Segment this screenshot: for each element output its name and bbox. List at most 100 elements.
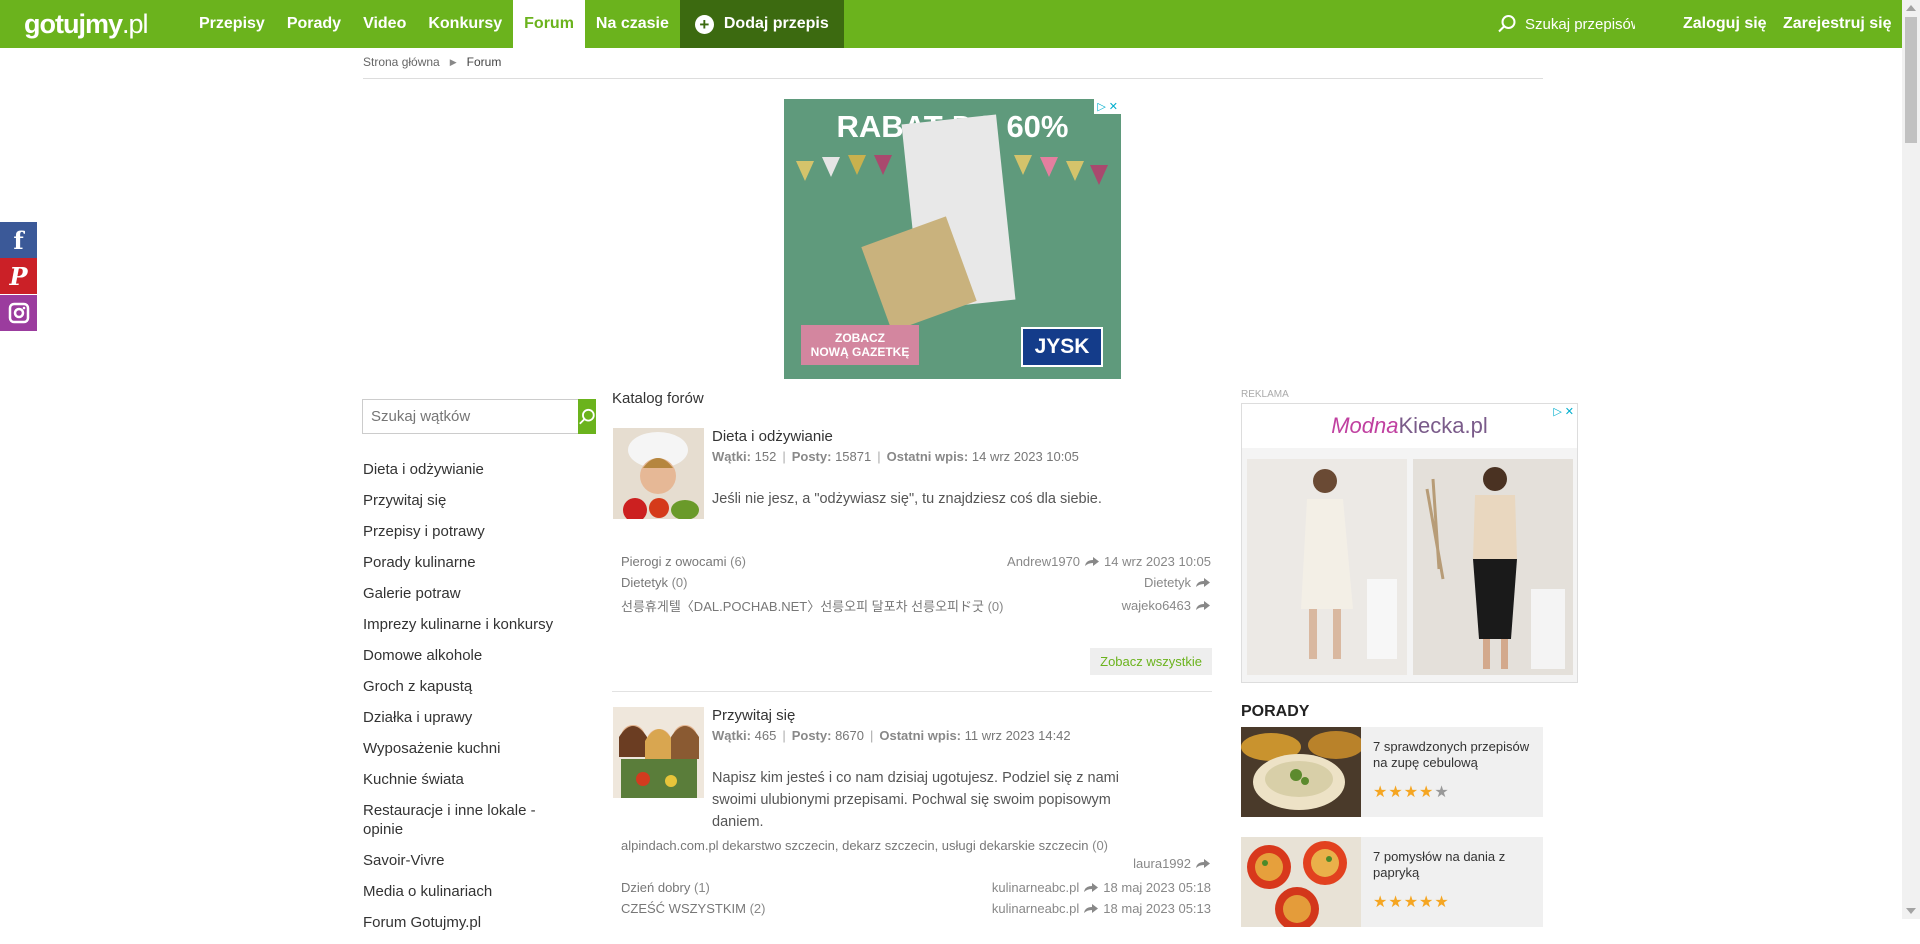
login-link[interactable]: Zaloguj się xyxy=(1683,0,1767,48)
thread-user[interactable]: laura1992 xyxy=(1133,856,1191,871)
thread-user[interactable]: kulinarneabc.pl xyxy=(992,880,1079,895)
stat-label-threads: Wątki: xyxy=(712,728,751,743)
thread-title[interactable]: 선릉휴게텔〈DAL.POCHAB.NET〉선릉오피 달포차 선릉오피ド굿 xyxy=(621,599,984,614)
sidebar-item-wyposazenie[interactable]: Wyposażenie kuchni xyxy=(363,739,578,770)
sidebar-item-dzialka[interactable]: Działka i uprawy xyxy=(363,708,578,739)
ad-product-image[interactable] xyxy=(1413,459,1573,675)
thread-count: (6) xyxy=(730,554,747,569)
forum-card: Przywitaj się Wątki: 465 | Posty: 8670 | Ost… xyxy=(612,707,1212,919)
star-icon: ★ xyxy=(1403,784,1419,801)
header-search[interactable]: Szukaj przepisów xyxy=(1497,0,1635,48)
facebook-button[interactable]: f xyxy=(0,222,37,258)
see-all-button[interactable]: Zobacz wszystkie xyxy=(1090,648,1212,675)
thread-search-input[interactable] xyxy=(362,399,578,434)
facebook-icon: f xyxy=(13,225,24,255)
reply-icon xyxy=(1196,601,1210,610)
forum-name[interactable]: Przywitaj się xyxy=(712,707,795,724)
thread-user[interactable]: Dietetyk xyxy=(1144,575,1191,590)
thread-title[interactable]: Pierogi z owocami xyxy=(621,554,727,569)
site-logo[interactable]: gotujmy .pl xyxy=(24,6,149,42)
nav-konkursy[interactable]: Konkursy xyxy=(417,0,513,48)
forum-thumbnail[interactable] xyxy=(613,428,704,519)
stat-threads: 465 xyxy=(754,728,777,743)
jysk-logo: JYSK xyxy=(1021,327,1103,367)
search-icon xyxy=(1498,15,1516,33)
sidebar-item-galerie[interactable]: Galerie potraw xyxy=(363,584,578,615)
register-link[interactable]: Zarejestruj się xyxy=(1783,0,1892,48)
breadcrumb-current[interactable]: Forum xyxy=(467,55,502,69)
top-navigation-bar: gotujmy .pl Przepisy Porady Video Konkurs… xyxy=(0,0,1902,48)
sidebar-item-porady[interactable]: Porady kulinarne xyxy=(363,553,578,584)
thread-title[interactable]: CZEŚĆ WSZYSTKIM xyxy=(621,901,746,916)
header-search-input[interactable]: Szukaj przepisów xyxy=(1525,16,1635,33)
porady-card[interactable]: 7 sprawdzonych przepisów na zupę cebulow… xyxy=(1241,727,1543,817)
breadcrumb-home[interactable]: Strona główna xyxy=(363,55,440,69)
star-icon: ★ xyxy=(1419,894,1434,911)
ad-brand-part-2: Kiecka.pl xyxy=(1398,413,1488,438)
stat-last: 11 wrz 2023 14:42 xyxy=(964,728,1071,743)
nav-porady[interactable]: Porady xyxy=(276,0,352,48)
thread-user[interactable]: kulinarneabc.pl xyxy=(992,901,1079,916)
breadcrumb-divider xyxy=(363,78,1543,79)
sidebar-item-groch[interactable]: Groch z kapustą xyxy=(363,677,578,708)
porady-title[interactable]: 7 sprawdzonych przepisów na zupę cebulow… xyxy=(1373,739,1538,771)
thread-user[interactable]: Andrew1970 xyxy=(1007,554,1080,569)
nav-przepisy[interactable]: Przepisy xyxy=(188,0,276,48)
thread-row: alpindach.com.pl dekarstwo szczecin, dek… xyxy=(621,838,1211,871)
reply-icon xyxy=(1196,859,1210,868)
nav-video[interactable]: Video xyxy=(352,0,417,48)
thread-title[interactable]: Dzień dobry xyxy=(621,880,690,895)
porady-title[interactable]: 7 pomysłów na dania z papryką xyxy=(1373,849,1538,881)
forum-card: Dieta i odżywianie Wątki: 152 | Posty: 158… xyxy=(612,428,1212,678)
porady-section-title: PORADY xyxy=(1241,703,1310,720)
sidebar-item-dieta[interactable]: Dieta i odżywianie xyxy=(363,460,578,491)
logo-text: gotujmy xyxy=(24,8,123,39)
sidebar-item-imprezy[interactable]: Imprezy kulinarne i konkursy xyxy=(363,615,578,646)
forum-thumbnail[interactable] xyxy=(613,707,704,798)
advertisement-label: REKLAMA xyxy=(1241,389,1289,400)
ad-product-image[interactable] xyxy=(1247,459,1407,675)
thread-search-button[interactable] xyxy=(578,399,596,434)
ad-close-icon[interactable]: ✕ xyxy=(1109,100,1118,113)
nav-na-czasie[interactable]: Na czasie xyxy=(585,0,680,48)
sidebar-item-alkohole[interactable]: Domowe alkohole xyxy=(363,646,578,677)
porady-image xyxy=(1241,837,1361,927)
ad-cta-button[interactable]: ZOBACZ NOWĄ GAZETKĘ xyxy=(801,325,919,365)
page-scrollbar[interactable] xyxy=(1902,0,1920,919)
forum-name[interactable]: Dieta i odżywianie xyxy=(712,428,833,445)
porady-image xyxy=(1241,727,1361,817)
scrollbar-thumb[interactable] xyxy=(1905,17,1917,143)
sidebar-item-przepisy[interactable]: Przepisy i potrawy xyxy=(363,522,578,553)
pinterest-icon: P xyxy=(9,261,28,291)
adchoices-icon[interactable]: ▷ ✕ xyxy=(1094,99,1121,114)
sidebar-item-savoir[interactable]: Savoir-Vivre xyxy=(363,851,578,882)
right-advertisement[interactable]: Modna Kiecka.pl ▷ ✕ xyxy=(1241,403,1578,683)
thread-row: Pierogi z owocami (6) Andrew1970 14 wrz 2… xyxy=(621,554,1211,569)
thread-title[interactable]: Dietetyk xyxy=(621,575,668,590)
sidebar-item-kuchnie[interactable]: Kuchnie świata xyxy=(363,770,578,801)
add-recipe-button[interactable]: + Dodaj przepis xyxy=(679,0,844,48)
breadcrumb: Strona główna ▶ Forum xyxy=(363,55,501,69)
instagram-button[interactable] xyxy=(0,295,37,331)
scroll-down-icon[interactable] xyxy=(1906,908,1916,914)
sidebar-item-restauracje[interactable]: Restauracje i inne lokale - opinie xyxy=(363,801,578,851)
nav-forum[interactable]: Forum xyxy=(513,0,585,48)
sidebar-item-media[interactable]: Media o kulinariach xyxy=(363,882,578,913)
thread-user[interactable]: wajeko6463 xyxy=(1122,598,1191,613)
rating-stars: ★ ★ ★ ★ ★ xyxy=(1373,782,1449,802)
sidebar-item-przywitaj[interactable]: Przywitaj się xyxy=(363,491,578,522)
adchoices-icon[interactable]: ▷ ✕ xyxy=(1550,404,1577,419)
thread-row: Dzień dobry (1) kulinarneabc.pl 18 maj 20… xyxy=(621,880,1211,895)
thread-date: 18 maj 2023 05:18 xyxy=(1103,880,1211,895)
porady-card[interactable]: 7 pomysłów na dania z papryką ★ ★ ★ ★ ★ xyxy=(1241,837,1543,927)
bunting-flag xyxy=(1040,157,1058,177)
scroll-up-icon[interactable] xyxy=(1906,5,1916,11)
sidebar-item-forum[interactable]: Forum Gotujmy.pl xyxy=(363,913,578,944)
stat-threads: 152 xyxy=(754,449,777,464)
star-icon: ★ xyxy=(1388,784,1403,801)
ad-close-icon[interactable]: ✕ xyxy=(1565,405,1574,418)
top-advertisement[interactable]: RABAT DO 60% ZOBACZ NOWĄ GAZETKĘ JYSK ▷ … xyxy=(784,99,1121,379)
pinterest-button[interactable]: P xyxy=(0,258,37,294)
thread-title[interactable]: alpindach.com.pl dekarstwo szczecin, dek… xyxy=(621,838,1088,853)
star-icon: ★ xyxy=(1419,784,1434,801)
